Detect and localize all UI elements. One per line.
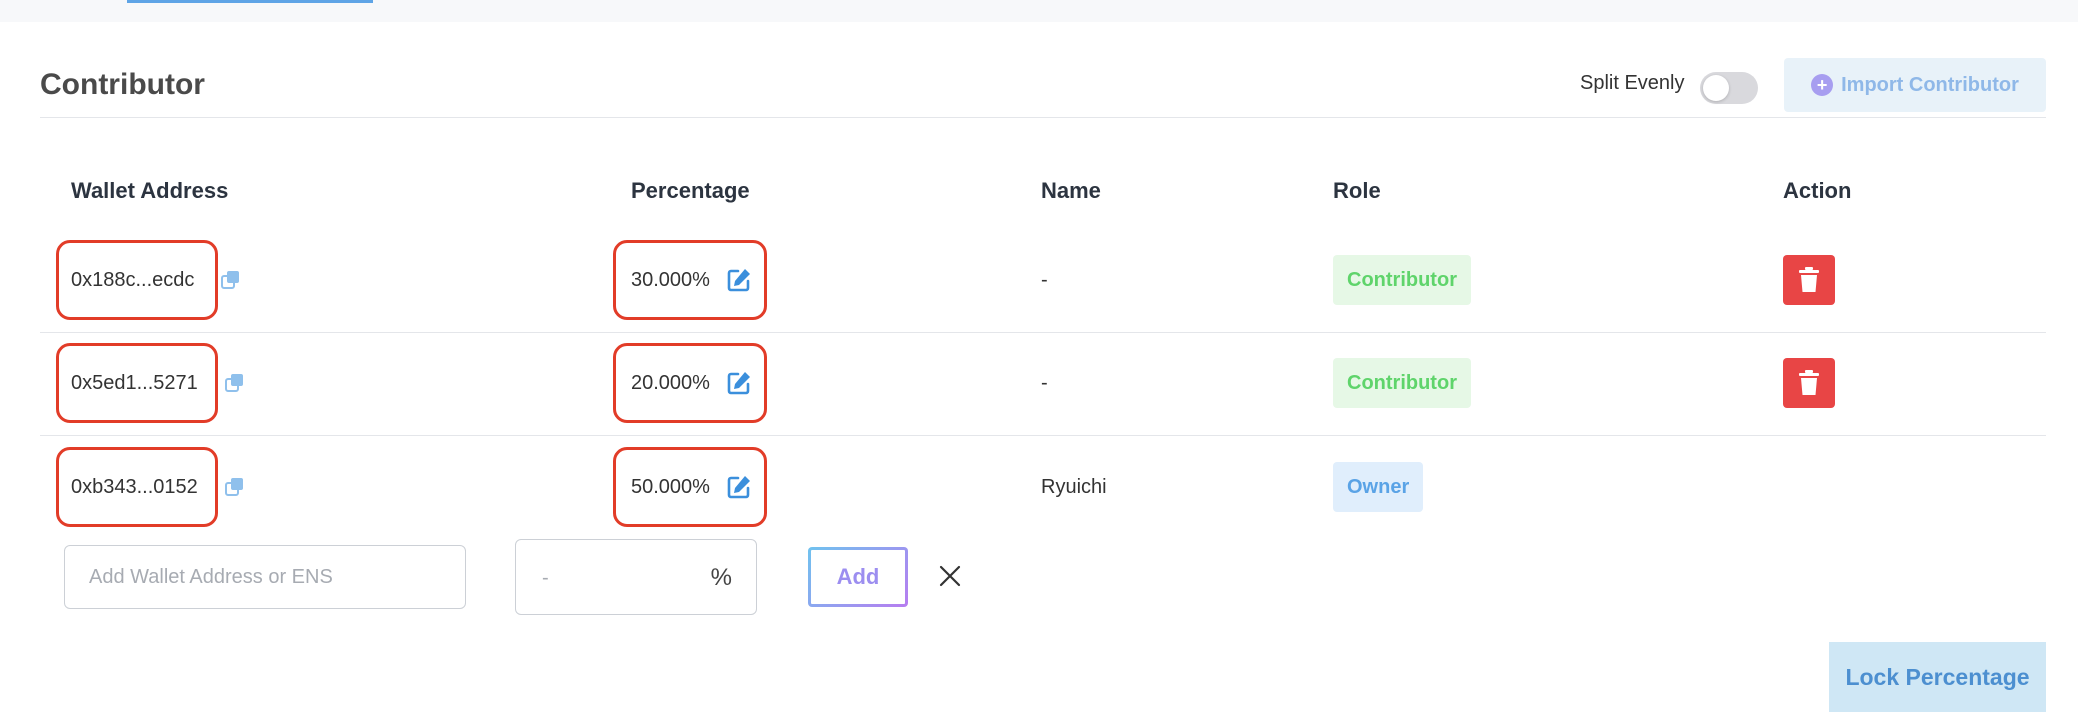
wallet-address-input[interactable] xyxy=(64,545,466,609)
trash-icon xyxy=(1799,267,1819,292)
wallet-address: 0x5ed1...5271 xyxy=(71,372,198,394)
edit-icon[interactable] xyxy=(725,369,753,397)
header-percentage: Percentage xyxy=(631,178,750,203)
add-button[interactable]: Add xyxy=(808,547,908,607)
header-name: Name xyxy=(1041,178,1101,203)
role-badge: Owner xyxy=(1333,462,1424,512)
copy-icon[interactable] xyxy=(220,269,242,291)
percentage-value: 50.000% xyxy=(631,476,710,498)
percentage-value: 30.000% xyxy=(631,269,710,291)
header-wallet-address: Wallet Address xyxy=(71,178,229,203)
wallet-address: 0xb343...0152 xyxy=(71,476,198,498)
row-divider xyxy=(40,332,2046,333)
percent-symbol: % xyxy=(710,564,732,591)
percentage-value: 20.000% xyxy=(631,372,710,394)
contributor-name: - xyxy=(1041,269,1048,291)
row-divider xyxy=(40,435,2046,436)
toggle-knob xyxy=(1703,75,1729,101)
plus-circle-icon: + xyxy=(1811,74,1834,96)
lock-percentage-button[interactable]: Lock Percentage xyxy=(1829,642,2046,712)
percentage-input[interactable] xyxy=(540,540,684,616)
contributor-name: - xyxy=(1041,372,1048,394)
copy-icon[interactable] xyxy=(224,372,246,394)
role-badge: Contributor xyxy=(1333,255,1471,305)
edit-icon[interactable] xyxy=(725,473,753,501)
delete-button[interactable] xyxy=(1783,358,1835,408)
role-badge: Contributor xyxy=(1333,358,1471,408)
wallet-address: 0x188c...ecdc xyxy=(71,269,195,291)
delete-button[interactable] xyxy=(1783,255,1835,305)
copy-icon[interactable] xyxy=(224,476,246,498)
edit-icon[interactable] xyxy=(725,266,753,294)
split-evenly-toggle[interactable] xyxy=(1700,72,1758,104)
import-contributor-label: Import Contributor xyxy=(1841,73,2019,96)
header-action: Action xyxy=(1783,178,1852,203)
close-icon[interactable] xyxy=(938,564,962,588)
section-title: Contributor xyxy=(40,68,205,101)
header-role: Role xyxy=(1333,178,1381,203)
header-divider xyxy=(40,117,2046,118)
active-tab-indicator xyxy=(127,0,373,3)
split-evenly-label: Split Evenly xyxy=(1580,72,1685,94)
import-contributor-button[interactable]: + Import Contributor xyxy=(1784,58,2046,112)
contributor-name: Ryuichi xyxy=(1041,476,1107,498)
percentage-input-box: % xyxy=(515,539,757,616)
trash-icon xyxy=(1799,370,1819,395)
contributor-card: Contributor Split Evenly + Import Contri… xyxy=(0,22,2078,722)
